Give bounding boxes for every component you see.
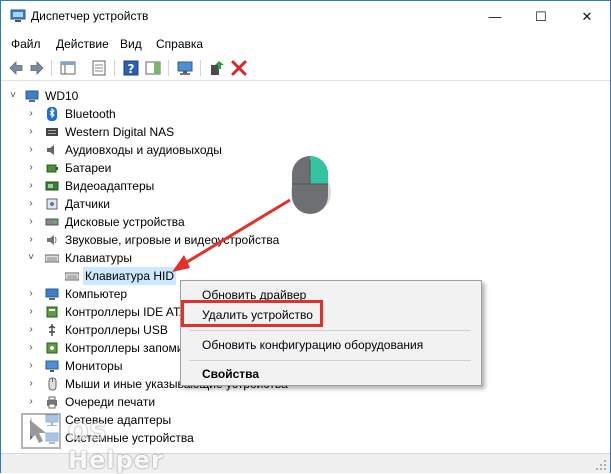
computer-icon — [45, 288, 59, 300]
menu-help[interactable]: Справка — [156, 37, 203, 51]
menu-view[interactable]: Вид — [120, 37, 142, 51]
tree-category-item[interactable]: ˅ Клавиатуры — [1, 249, 601, 267]
mouse-icon — [48, 377, 57, 391]
tree-label: Компьютер — [65, 287, 128, 301]
disk-icon — [45, 218, 59, 226]
ide-icon — [46, 306, 58, 318]
tree-category-item[interactable]: › Батареи — [1, 159, 601, 177]
tree-label: WD10 — [45, 89, 79, 103]
action-pane-icon[interactable] — [144, 59, 162, 77]
chevron-right-icon[interactable]: › — [26, 123, 36, 141]
close-button[interactable]: ✕ — [564, 1, 610, 32]
chevron-right-icon[interactable]: › — [26, 231, 36, 249]
toolbar-separator — [168, 60, 169, 76]
chevron-right-icon[interactable]: › — [26, 195, 36, 213]
help-icon[interactable]: ? — [122, 59, 140, 77]
menu-item-scan-hardware[interactable]: Обновить конфигурацию оборудования — [202, 338, 423, 352]
chevron-right-icon[interactable]: › — [26, 303, 36, 321]
tree-label: Клавиатуры — [65, 251, 132, 265]
storage-icon — [46, 342, 58, 354]
svg-text:?: ? — [128, 62, 135, 76]
menu-item-properties[interactable]: Свойства — [202, 367, 259, 381]
tree-label: Звуковые, игровые и видеоустройства — [65, 233, 280, 247]
toolbar-separator — [51, 60, 52, 76]
device-tree: ˅ WD10 › Bluetooth › Western Digital NAS › Ау… — [1, 83, 610, 453]
tree-label: Очереди печати — [65, 395, 156, 409]
chevron-right-icon[interactable]: › — [26, 285, 36, 303]
tree-category-item[interactable]: › Звуковые, игровые и видеоустройства — [1, 231, 601, 249]
battery-icon — [46, 164, 58, 173]
tree-category-item[interactable]: › Очереди печати — [1, 393, 601, 411]
tree-label: Клавиатура HID — [83, 267, 176, 285]
chevron-right-icon[interactable]: › — [26, 375, 36, 393]
watermark-logo: OS Helper — [20, 412, 210, 474]
tree-label: Аудиовходы и аудиовыходы — [65, 143, 222, 157]
bluetooth-icon — [47, 107, 57, 121]
menu-separator — [189, 330, 471, 331]
chevron-down-icon[interactable]: ˅ — [26, 249, 36, 267]
sound-icon — [47, 235, 57, 245]
speaker-icon — [47, 145, 54, 155]
tree-category-item[interactable]: › Датчики — [1, 195, 601, 213]
chevron-right-icon[interactable]: › — [26, 105, 36, 123]
tree-label: Датчики — [65, 197, 110, 211]
menu-action[interactable]: Действие — [56, 37, 109, 51]
printer-icon — [47, 396, 57, 409]
nas-icon — [46, 128, 58, 136]
tree-label: Контроллеры USB — [65, 323, 168, 337]
window-title: Диспетчер устройств — [31, 9, 149, 23]
menu-separator — [189, 360, 471, 361]
tree-label: Батареи — [65, 161, 112, 175]
tree-label: Дисковые устройства — [65, 215, 185, 229]
chevron-down-icon[interactable]: ˅ — [8, 87, 18, 105]
maximize-button[interactable]: ☐ — [518, 1, 564, 32]
tree-root-wd10[interactable]: ˅ WD10 — [1, 87, 601, 105]
chevron-right-icon[interactable]: › — [26, 339, 36, 357]
watermark-text: OS Helper — [68, 418, 164, 474]
sensor-icon — [46, 198, 58, 210]
tree-category-item[interactable]: › Дисковые устройства — [1, 213, 601, 231]
chevron-right-icon[interactable]: › — [26, 357, 36, 375]
highlight-box — [181, 300, 323, 327]
tree-label: Bluetooth — [65, 107, 116, 121]
usb-icon — [48, 324, 56, 336]
chevron-right-icon[interactable]: › — [26, 159, 36, 177]
monitor-icon — [45, 360, 59, 372]
tree-category-item[interactable]: › Bluetooth — [1, 105, 601, 123]
display-adapter-icon — [45, 181, 59, 191]
watermark-cursor-icon — [21, 413, 61, 449]
minimize-button[interactable]: — — [472, 1, 518, 32]
menu-bar: Файл Действие Вид Справка — [1, 34, 610, 54]
forward-icon[interactable] — [28, 59, 46, 77]
chevron-right-icon[interactable]: › — [26, 177, 36, 195]
chevron-right-icon[interactable]: › — [26, 141, 36, 159]
chevron-right-icon[interactable]: › — [26, 393, 36, 411]
resize-grip-icon[interactable] — [595, 459, 607, 471]
uninstall-icon[interactable] — [230, 59, 248, 77]
computer-icon — [25, 90, 39, 102]
toolbar-separator — [114, 60, 115, 76]
context-menu: Обновить драйвер Удалить устройство Обно… — [180, 280, 482, 386]
show-hide-tree-icon[interactable] — [59, 59, 77, 77]
keyboard-icon — [45, 254, 59, 263]
title-bar[interactable]: Диспетчер устройств — ☐ ✕ — [1, 1, 610, 32]
keyboard-icon — [65, 272, 79, 281]
update-driver-icon[interactable] — [208, 59, 226, 77]
toolbar: ? — [1, 56, 610, 81]
tree-label: Мониторы — [65, 359, 123, 373]
tree-label: Видеоадаптеры — [65, 179, 155, 193]
menu-file[interactable]: Файл — [11, 37, 41, 51]
chevron-right-icon[interactable]: › — [26, 321, 36, 339]
tree-category-item[interactable]: › Western Digital NAS — [1, 123, 601, 141]
device-manager-window: Диспетчер устройств — ☐ ✕ Файл Действие … — [0, 0, 611, 473]
device-manager-app-icon — [10, 9, 26, 22]
properties-icon[interactable] — [90, 59, 108, 77]
tree-category-item[interactable]: › Видеоадаптеры — [1, 177, 601, 195]
tree-label: Western Digital NAS — [65, 125, 175, 139]
tree-category-item[interactable]: › Аудиовходы и аудиовыходы — [1, 141, 601, 159]
toolbar-separator — [200, 60, 201, 76]
back-icon[interactable] — [7, 59, 25, 77]
chevron-right-icon[interactable]: › — [26, 213, 36, 231]
monitor-icon[interactable] — [176, 59, 194, 77]
